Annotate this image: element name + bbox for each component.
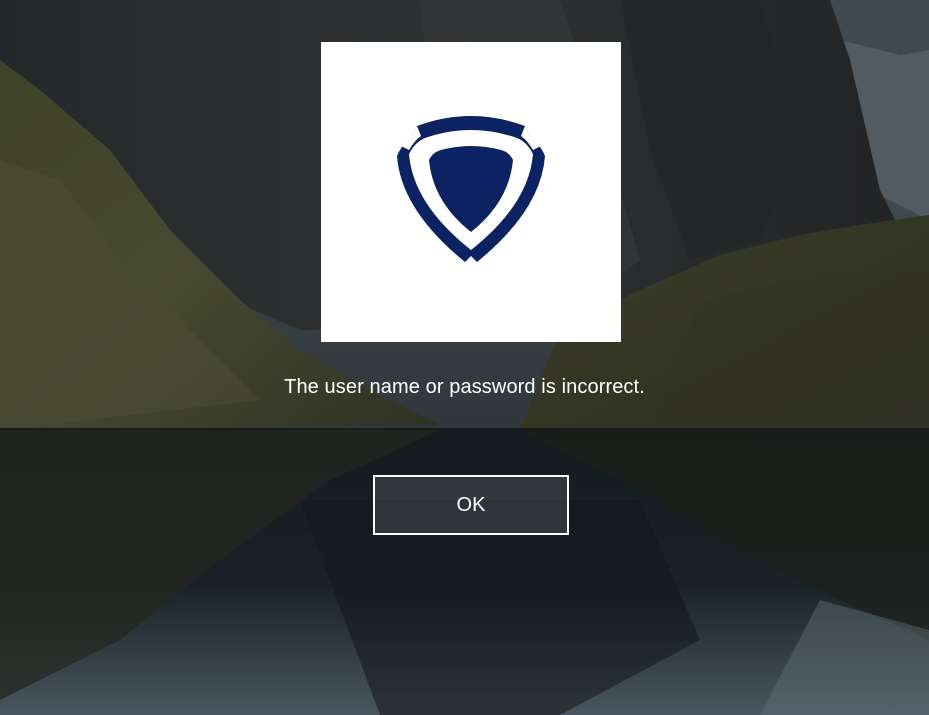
shield-icon xyxy=(397,116,545,262)
error-message: The user name or password is incorrect. xyxy=(284,376,645,398)
lock-screen: The user name or password is incorrect. … xyxy=(0,0,929,715)
ok-button[interactable]: OK xyxy=(373,475,569,535)
account-logo-tile xyxy=(321,42,621,342)
